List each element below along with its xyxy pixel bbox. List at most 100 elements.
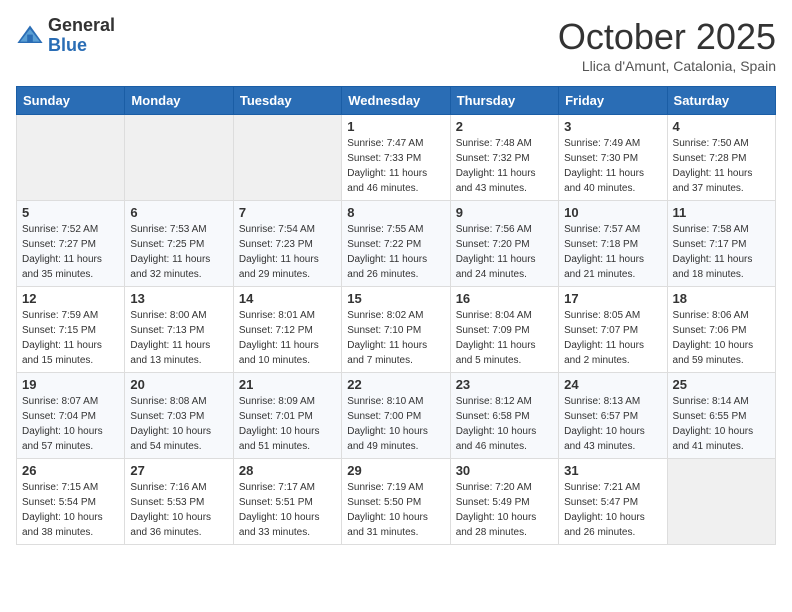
- day-info: Sunrise: 7:59 AMSunset: 7:15 PMDaylight:…: [22, 308, 119, 368]
- logo-general-text: General: [48, 16, 115, 36]
- day-info: Sunrise: 8:01 AMSunset: 7:12 PMDaylight:…: [239, 308, 336, 368]
- calendar-cell: 17 Sunrise: 8:05 AMSunset: 7:07 PMDayligh…: [559, 287, 667, 373]
- calendar-week-row: 5Sunrise: 7:52 AMSunset: 7:27 PMDaylight…: [17, 201, 776, 287]
- day-number: 13: [130, 291, 227, 306]
- calendar-week-row: 1Sunrise: 7:47 AMSunset: 7:33 PMDaylight…: [17, 115, 776, 201]
- day-info: Sunrise: 8:10 AMSunset: 7:00 PMDaylight:…: [347, 394, 444, 454]
- calendar-cell: 23Sunrise: 8:12 AMSunset: 6:58 PMDayligh…: [450, 373, 558, 459]
- day-number: 3: [564, 119, 661, 134]
- day-info: Sunrise: 8:09 AMSunset: 7:01 PMDaylight:…: [239, 394, 336, 454]
- calendar-cell: 24 Sunrise: 8:13 AMSunset: 6:57 PMDayligh…: [559, 373, 667, 459]
- calendar-cell: 22 Sunrise: 8:10 AMSunset: 7:00 PMDayligh…: [342, 373, 450, 459]
- day-number: 18: [673, 291, 770, 306]
- logo: General Blue: [16, 16, 115, 56]
- day-number: 11: [673, 205, 770, 220]
- calendar-cell: 29Sunrise: 7:19 AMSunset: 5:50 PMDayligh…: [342, 459, 450, 545]
- day-number: 2: [456, 119, 553, 134]
- calendar-week-row: 26 Sunrise: 7:15 AMSunset: 5:54 PMDayligh…: [17, 459, 776, 545]
- day-info: Sunrise: 8:14 AMSunset: 6:55 PMDaylight:…: [673, 394, 770, 454]
- day-number: 16: [456, 291, 553, 306]
- day-info: Sunrise: 8:06 AMSunset: 7:06 PMDaylight:…: [673, 308, 770, 368]
- day-number: 9: [456, 205, 553, 220]
- calendar-cell: 15 Sunrise: 8:02 AMSunset: 7:10 PMDayligh…: [342, 287, 450, 373]
- day-info: Sunrise: 7:55 AMSunset: 7:22 PMDaylight:…: [347, 222, 444, 282]
- weekday-header-row: SundayMondayTuesdayWednesdayThursdayFrid…: [17, 87, 776, 115]
- calendar-cell: 25 Sunrise: 8:14 AMSunset: 6:55 PMDayligh…: [667, 373, 775, 459]
- day-number: 17: [564, 291, 661, 306]
- calendar-cell: [233, 115, 341, 201]
- day-info: Sunrise: 7:50 AMSunset: 7:28 PMDaylight:…: [673, 136, 770, 196]
- day-info: Sunrise: 7:58 AMSunset: 7:17 PMDaylight:…: [673, 222, 770, 282]
- day-number: 4: [673, 119, 770, 134]
- day-number: 24: [564, 377, 661, 392]
- calendar-cell: 19Sunrise: 8:07 AMSunset: 7:04 PMDayligh…: [17, 373, 125, 459]
- day-number: 28: [239, 463, 336, 478]
- day-number: 8: [347, 205, 444, 220]
- calendar-cell: 30 Sunrise: 7:20 AMSunset: 5:49 PMDayligh…: [450, 459, 558, 545]
- calendar-cell: 6Sunrise: 7:53 AMSunset: 7:25 PMDaylight…: [125, 201, 233, 287]
- day-number: 19: [22, 377, 119, 392]
- day-info: Sunrise: 7:47 AMSunset: 7:33 PMDaylight:…: [347, 136, 444, 196]
- day-info: Sunrise: 8:00 AMSunset: 7:13 PMDaylight:…: [130, 308, 227, 368]
- calendar-cell: 4 Sunrise: 7:50 AMSunset: 7:28 PMDaylight…: [667, 115, 775, 201]
- logo-blue-text: Blue: [48, 36, 115, 56]
- day-number: 21: [239, 377, 336, 392]
- day-info: Sunrise: 7:15 AMSunset: 5:54 PMDaylight:…: [22, 480, 119, 540]
- day-info: Sunrise: 8:05 AMSunset: 7:07 PMDaylight:…: [564, 308, 661, 368]
- day-number: 7: [239, 205, 336, 220]
- day-number: 23: [456, 377, 553, 392]
- calendar-cell: 31Sunrise: 7:21 AMSunset: 5:47 PMDayligh…: [559, 459, 667, 545]
- day-number: 31: [564, 463, 661, 478]
- calendar-cell: 18 Sunrise: 8:06 AMSunset: 7:06 PMDayligh…: [667, 287, 775, 373]
- logo-text: General Blue: [48, 16, 115, 56]
- day-number: 12: [22, 291, 119, 306]
- day-number: 26: [22, 463, 119, 478]
- calendar-cell: 21 Sunrise: 8:09 AMSunset: 7:01 PMDayligh…: [233, 373, 341, 459]
- calendar-cell: 27 Sunrise: 7:16 AMSunset: 5:53 PMDayligh…: [125, 459, 233, 545]
- weekday-header-sunday: Sunday: [17, 87, 125, 115]
- calendar-cell: 14 Sunrise: 8:01 AMSunset: 7:12 PMDayligh…: [233, 287, 341, 373]
- calendar-cell: 20 Sunrise: 8:08 AMSunset: 7:03 PMDayligh…: [125, 373, 233, 459]
- day-info: Sunrise: 7:49 AMSunset: 7:30 PMDaylight:…: [564, 136, 661, 196]
- calendar-cell: 16Sunrise: 8:04 AMSunset: 7:09 PMDayligh…: [450, 287, 558, 373]
- calendar-cell: [125, 115, 233, 201]
- day-number: 14: [239, 291, 336, 306]
- weekday-header-wednesday: Wednesday: [342, 87, 450, 115]
- day-info: Sunrise: 7:57 AMSunset: 7:18 PMDaylight:…: [564, 222, 661, 282]
- day-info: Sunrise: 7:54 AMSunset: 7:23 PMDaylight:…: [239, 222, 336, 282]
- day-info: Sunrise: 8:13 AMSunset: 6:57 PMDaylight:…: [564, 394, 661, 454]
- day-info: Sunrise: 7:48 AMSunset: 7:32 PMDaylight:…: [456, 136, 553, 196]
- calendar-cell: 12 Sunrise: 7:59 AMSunset: 7:15 PMDayligh…: [17, 287, 125, 373]
- calendar-cell: 11 Sunrise: 7:58 AMSunset: 7:17 PMDayligh…: [667, 201, 775, 287]
- title-block: October 2025 Llica d'Amunt, Catalonia, S…: [558, 16, 776, 74]
- day-info: Sunrise: 8:08 AMSunset: 7:03 PMDaylight:…: [130, 394, 227, 454]
- day-info: Sunrise: 7:16 AMSunset: 5:53 PMDaylight:…: [130, 480, 227, 540]
- calendar-week-row: 12 Sunrise: 7:59 AMSunset: 7:15 PMDayligh…: [17, 287, 776, 373]
- day-number: 22: [347, 377, 444, 392]
- calendar-cell: [667, 459, 775, 545]
- weekday-header-thursday: Thursday: [450, 87, 558, 115]
- day-number: 20: [130, 377, 227, 392]
- day-number: 10: [564, 205, 661, 220]
- page-header: General Blue October 2025 Llica d'Amunt,…: [16, 16, 776, 74]
- calendar-cell: 28Sunrise: 7:17 AMSunset: 5:51 PMDayligh…: [233, 459, 341, 545]
- calendar-cell: 26 Sunrise: 7:15 AMSunset: 5:54 PMDayligh…: [17, 459, 125, 545]
- calendar-cell: 1Sunrise: 7:47 AMSunset: 7:33 PMDaylight…: [342, 115, 450, 201]
- day-info: Sunrise: 7:20 AMSunset: 5:49 PMDaylight:…: [456, 480, 553, 540]
- calendar-cell: 2 Sunrise: 7:48 AMSunset: 7:32 PMDaylight…: [450, 115, 558, 201]
- day-number: 15: [347, 291, 444, 306]
- calendar-cell: 9Sunrise: 7:56 AMSunset: 7:20 PMDaylight…: [450, 201, 558, 287]
- day-info: Sunrise: 8:02 AMSunset: 7:10 PMDaylight:…: [347, 308, 444, 368]
- calendar-week-row: 19Sunrise: 8:07 AMSunset: 7:04 PMDayligh…: [17, 373, 776, 459]
- calendar-cell: 3 Sunrise: 7:49 AMSunset: 7:30 PMDaylight…: [559, 115, 667, 201]
- calendar-cell: 10 Sunrise: 7:57 AMSunset: 7:18 PMDayligh…: [559, 201, 667, 287]
- calendar-cell: 8 Sunrise: 7:55 AMSunset: 7:22 PMDaylight…: [342, 201, 450, 287]
- day-number: 27: [130, 463, 227, 478]
- calendar-cell: 5Sunrise: 7:52 AMSunset: 7:27 PMDaylight…: [17, 201, 125, 287]
- weekday-header-saturday: Saturday: [667, 87, 775, 115]
- location-text: Llica d'Amunt, Catalonia, Spain: [558, 58, 776, 74]
- calendar-cell: 7 Sunrise: 7:54 AMSunset: 7:23 PMDaylight…: [233, 201, 341, 287]
- month-title: October 2025: [558, 16, 776, 58]
- day-number: 30: [456, 463, 553, 478]
- day-number: 25: [673, 377, 770, 392]
